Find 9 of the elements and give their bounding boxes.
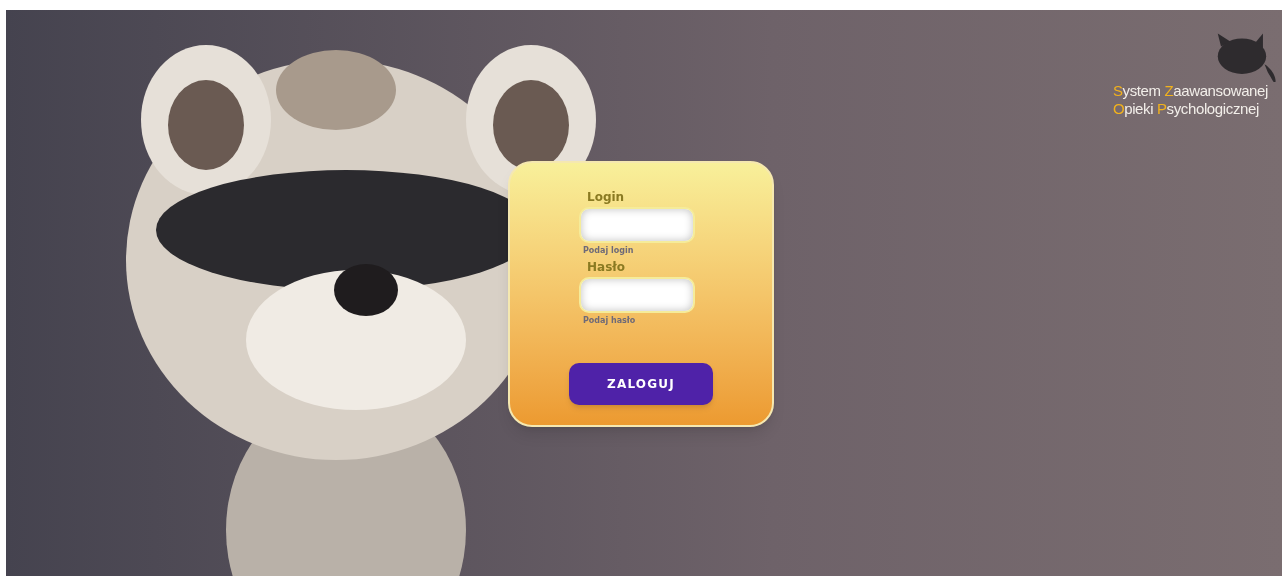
input-field[interactable] xyxy=(579,207,695,243)
logo-text: System Zaawansowanej xyxy=(1112,82,1268,100)
field-hint: Podaj hasło xyxy=(583,315,637,327)
login-button[interactable]: ZALOGUJ xyxy=(569,363,713,405)
field-label: Login xyxy=(587,189,626,205)
field-hint: Podaj login xyxy=(583,245,635,257)
input-field[interactable] xyxy=(579,277,695,313)
field-label: Hasło xyxy=(587,259,626,275)
logo-text: Opieki Psychologicznej xyxy=(1112,100,1260,118)
